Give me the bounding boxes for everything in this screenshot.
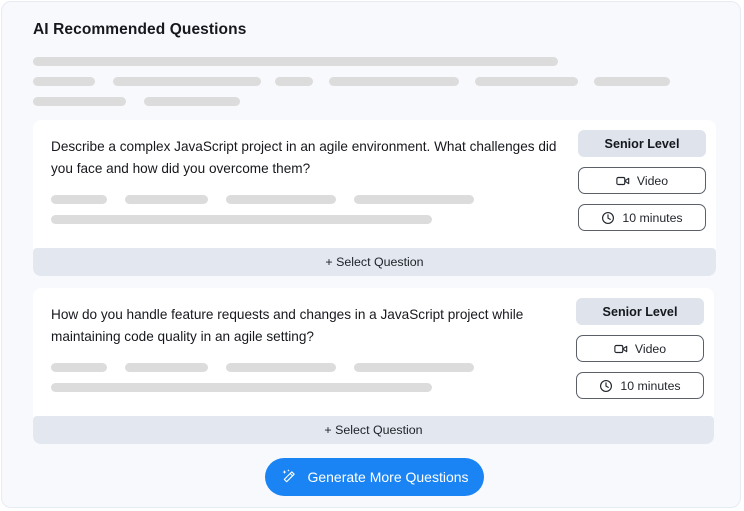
skeleton-bar (51, 363, 107, 372)
format-pill-label: Video (634, 341, 667, 356)
generate-button-label: Generate More Questions (307, 469, 469, 485)
skeleton-bar (144, 97, 240, 106)
question-meta: Senior Level Video 10 minutes (576, 298, 704, 399)
skeleton-gap (459, 81, 475, 82)
skeleton-gap (336, 367, 354, 368)
skeleton-gap (95, 81, 113, 82)
duration-pill[interactable]: 10 minutes (578, 204, 706, 231)
video-camera-icon (616, 174, 630, 188)
skeleton-gap (126, 101, 144, 102)
question-skeleton (51, 363, 581, 392)
generate-more-questions-button[interactable]: Generate More Questions (265, 458, 484, 496)
skeleton-bar (125, 195, 208, 204)
question-skeleton (51, 195, 581, 224)
skeleton-bar (226, 195, 336, 204)
status-badge: Senior Level (578, 130, 706, 157)
skeleton-gap (313, 81, 329, 82)
clock-icon (601, 211, 615, 225)
format-pill-label: Video (636, 173, 669, 188)
skeleton-bar (51, 215, 432, 224)
ai-questions-panel: AI Recommended Questions Describe a comp… (1, 1, 741, 508)
skeleton-row (51, 195, 581, 204)
skeleton-gap (261, 81, 275, 82)
question-meta: Senior Level Video 10 minutes (578, 130, 706, 231)
question-card-body: Describe a complex JavaScript project in… (33, 120, 716, 239)
skeleton-row (33, 77, 715, 86)
status-badge: Senior Level (576, 298, 704, 325)
video-camera-icon (614, 342, 628, 356)
skeleton-bar (226, 363, 336, 372)
skeleton-gap (208, 199, 226, 200)
intro-skeleton (33, 57, 715, 106)
clock-icon (599, 379, 613, 393)
page-title: AI Recommended Questions (33, 21, 247, 38)
skeleton-bar (125, 363, 208, 372)
skeleton-bar (475, 77, 578, 86)
skeleton-row (51, 383, 581, 392)
question-card-body: How do you handle feature requests and c… (33, 288, 714, 407)
skeleton-bar (354, 195, 474, 204)
skeleton-row (51, 363, 581, 372)
question-card[interactable]: Describe a complex JavaScript project in… (33, 120, 716, 276)
skeleton-bar (113, 77, 261, 86)
question-text: How do you handle feature requests and c… (51, 307, 524, 344)
skeleton-bar (33, 77, 95, 86)
skeleton-gap (107, 367, 125, 368)
skeleton-gap (107, 199, 125, 200)
skeleton-bar (33, 97, 126, 106)
select-question-button[interactable]: + Select Question (33, 248, 716, 276)
question-text: Describe a complex JavaScript project in… (51, 139, 557, 176)
skeleton-row (33, 97, 715, 106)
duration-pill-label: 10 minutes (620, 378, 681, 393)
skeleton-row (33, 57, 715, 66)
skeleton-gap (336, 199, 354, 200)
skeleton-bar (594, 77, 670, 86)
skeleton-bar (51, 195, 107, 204)
question-card[interactable]: How do you handle feature requests and c… (33, 288, 714, 444)
skeleton-bar (354, 363, 474, 372)
skeleton-gap (578, 81, 594, 82)
skeleton-bar (51, 383, 432, 392)
duration-pill-label: 10 minutes (622, 210, 683, 225)
duration-pill[interactable]: 10 minutes (576, 372, 704, 399)
format-pill[interactable]: Video (576, 335, 704, 362)
format-pill[interactable]: Video (578, 167, 706, 194)
skeleton-row (51, 215, 581, 224)
skeleton-gap (208, 367, 226, 368)
select-question-button[interactable]: + Select Question (33, 416, 714, 444)
skeleton-bar (275, 77, 313, 86)
skeleton-bar (33, 57, 558, 66)
magic-wand-icon (280, 468, 298, 486)
skeleton-bar (329, 77, 459, 86)
